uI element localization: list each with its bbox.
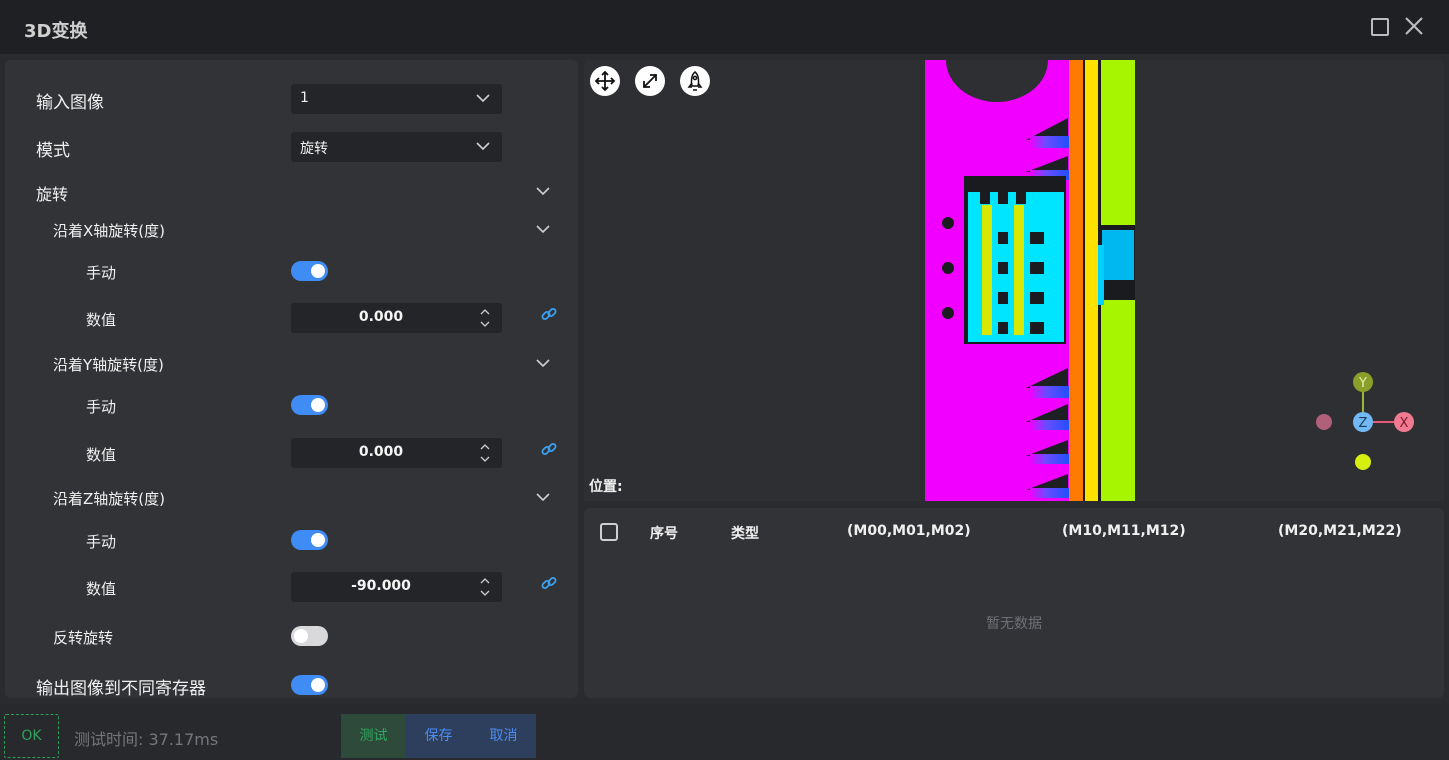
column-header-type: 类型 bbox=[731, 526, 759, 542]
chevron-down-icon bbox=[476, 94, 490, 103]
z-axis-collapse-icon[interactable] bbox=[536, 492, 550, 502]
cancel-button[interactable]: 取消 bbox=[471, 714, 536, 758]
maximize-icon[interactable] bbox=[1371, 18, 1389, 36]
select-all-checkbox[interactable] bbox=[600, 523, 618, 541]
y-axis-collapse-icon[interactable] bbox=[536, 358, 550, 368]
position-readout-label: 位置: bbox=[589, 479, 623, 495]
z-value-input[interactable]: -90.000 bbox=[291, 572, 502, 602]
output-registers-toggle[interactable] bbox=[291, 675, 328, 695]
input-image-select[interactable]: 1 bbox=[291, 84, 502, 114]
spinner-icon[interactable] bbox=[480, 308, 490, 328]
axis-gizmo[interactable]: Y Z X bbox=[1309, 370, 1419, 480]
toggle-knob bbox=[311, 533, 325, 547]
toggle-knob bbox=[311, 678, 325, 692]
spinner-icon[interactable] bbox=[480, 443, 490, 463]
result-table: 序号 类型 (M00,M01,M02) (M10,M11,M12) (M20,M… bbox=[584, 508, 1444, 698]
column-header-row1: (M10,M11,M12) bbox=[1062, 523, 1186, 539]
output-registers-label: 输出图像到不同寄存器 bbox=[36, 679, 206, 698]
link-icon[interactable] bbox=[540, 305, 558, 323]
y-axis-letter: Y bbox=[1358, 376, 1367, 391]
parameter-panel: 输入图像 1 模式 旋转 旋转 沿着X轴旋转(度) 手动 数值 0.000 沿着… bbox=[5, 60, 578, 698]
close-icon[interactable] bbox=[1403, 15, 1425, 37]
z-manual-label: 手动 bbox=[86, 533, 117, 551]
rocket-icon[interactable] bbox=[680, 66, 710, 96]
rotation-section-label: 旋转 bbox=[36, 185, 69, 204]
toggle-knob bbox=[294, 629, 308, 643]
spinner-icon[interactable] bbox=[480, 577, 490, 597]
y-manual-label: 手动 bbox=[86, 398, 117, 416]
y-value: 0.000 bbox=[358, 444, 404, 460]
z-manual-toggle[interactable] bbox=[291, 530, 328, 550]
x-value-label: 数值 bbox=[86, 311, 117, 329]
input-image-label: 输入图像 bbox=[36, 93, 104, 113]
3d-viewport[interactable]: 位置: Y Z X bbox=[584, 60, 1444, 501]
y-axis-label: 沿着Y轴旋转(度) bbox=[53, 356, 164, 374]
test-time-text: 测试时间: 37.17ms bbox=[74, 730, 219, 749]
empty-table-text: 暂无数据 bbox=[986, 616, 1042, 632]
column-header-row2: (M20,M21,M22) bbox=[1278, 523, 1402, 539]
x-manual-label: 手动 bbox=[86, 264, 117, 282]
z-axis-letter: Z bbox=[1359, 416, 1368, 431]
toggle-knob bbox=[311, 398, 325, 412]
fit-view-icon[interactable] bbox=[635, 66, 665, 96]
x-axis-letter: X bbox=[1400, 416, 1409, 431]
test-button[interactable]: 测试 bbox=[341, 714, 406, 758]
move-icon[interactable] bbox=[590, 66, 620, 96]
reverse-rotation-label: 反转旋转 bbox=[53, 629, 114, 647]
rotation-collapse-icon[interactable] bbox=[536, 186, 550, 196]
link-icon[interactable] bbox=[540, 574, 558, 592]
x-value-input[interactable]: 0.000 bbox=[291, 303, 502, 333]
column-header-row0: (M00,M01,M02) bbox=[847, 523, 971, 539]
column-header-index: 序号 bbox=[650, 526, 678, 542]
reverse-rotation-toggle[interactable] bbox=[291, 626, 328, 646]
link-icon[interactable] bbox=[540, 440, 558, 458]
chevron-down-icon bbox=[476, 142, 490, 151]
y-value-label: 数值 bbox=[86, 446, 117, 464]
z-value-label: 数值 bbox=[86, 580, 117, 598]
negative-x-dot[interactable] bbox=[1316, 414, 1332, 430]
footer-bar: OK 测试时间: 37.17ms 测试 保存 取消 bbox=[0, 704, 1449, 760]
y-manual-toggle[interactable] bbox=[291, 395, 328, 415]
title-bar: 3D变换 bbox=[0, 0, 1449, 54]
toggle-knob bbox=[311, 264, 325, 278]
mode-label: 模式 bbox=[36, 141, 70, 161]
y-value-input[interactable]: 0.000 bbox=[291, 438, 502, 468]
x-axis-label: 沿着X轴旋转(度) bbox=[53, 222, 165, 240]
negative-y-dot[interactable] bbox=[1355, 454, 1371, 470]
x-axis-collapse-icon[interactable] bbox=[536, 224, 550, 234]
input-image-value: 1 bbox=[300, 90, 309, 106]
z-axis-label: 沿着Z轴旋转(度) bbox=[53, 490, 165, 508]
status-badge: OK bbox=[4, 714, 59, 758]
window-title: 3D变换 bbox=[24, 21, 88, 42]
x-manual-toggle[interactable] bbox=[291, 261, 328, 281]
x-value: 0.000 bbox=[358, 309, 404, 325]
z-value: -90.000 bbox=[351, 578, 411, 594]
mode-select[interactable]: 旋转 bbox=[291, 132, 502, 162]
save-button[interactable]: 保存 bbox=[406, 714, 471, 758]
mode-value: 旋转 bbox=[300, 141, 328, 157]
